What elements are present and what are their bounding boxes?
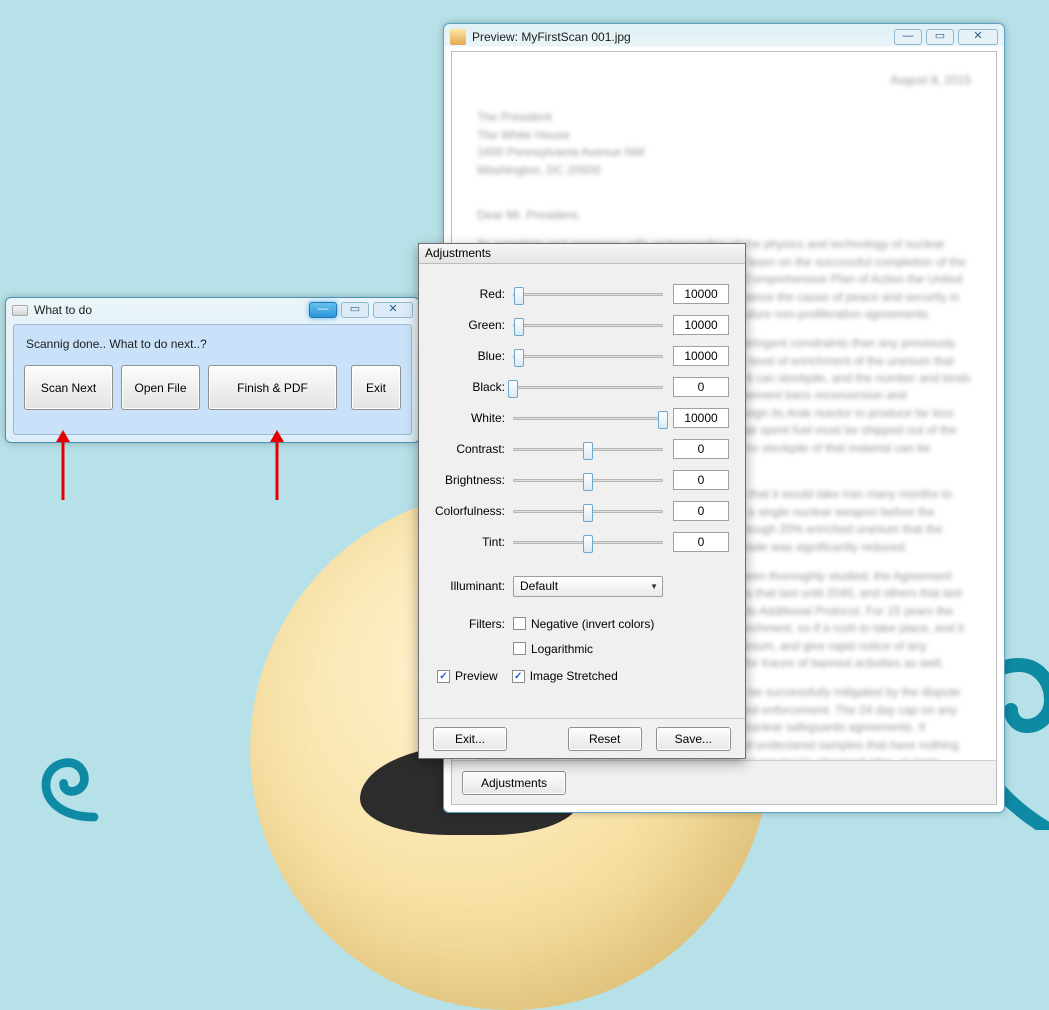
preview-chk-label: Preview [455,669,498,683]
wtd-message: Scannig done.. What to do next..? [26,337,399,351]
maximize-button[interactable]: ▭ [926,29,954,45]
preview-titlebar[interactable]: Preview: MyFirstScan 001.jpg — ▭ ✕ [444,24,1004,50]
slider-track[interactable] [513,502,663,520]
slider-value[interactable]: 10000 [673,315,729,335]
image-stretched-checkbox[interactable] [512,670,525,683]
slider-thumb[interactable] [514,287,524,305]
slider-value[interactable]: 10000 [673,408,729,428]
adj-reset-button[interactable]: Reset [568,727,642,751]
slider-row: Brightness: 0 [419,464,729,495]
slider-row: Colorfulness: 0 [419,495,729,526]
preview-bottom-toolbar: Adjustments [452,760,996,804]
slider-thumb[interactable] [658,411,668,429]
slider-thumb[interactable] [514,318,524,336]
slider-row: Contrast: 0 [419,433,729,464]
chevron-down-icon: ▼ [650,582,658,591]
slider-label: White: [419,411,513,425]
slider-label: Contrast: [419,442,513,456]
scan-next-button[interactable]: Scan Next [24,365,113,410]
exit-button[interactable]: Exit [351,365,401,410]
slider-track[interactable] [513,533,663,551]
slider-value[interactable]: 0 [673,532,729,552]
red-arrow-annotation [56,430,70,500]
slider-label: Colorfulness: [419,504,513,518]
slider-track[interactable] [513,285,663,303]
slider-value[interactable]: 10000 [673,346,729,366]
slider-thumb[interactable] [583,473,593,491]
slider-row: Green: 10000 [419,309,729,340]
adj-exit-button[interactable]: Exit... [433,727,507,751]
preview-title: Preview: MyFirstScan 001.jpg [472,30,894,44]
slider-row: Tint: 0 [419,526,729,557]
slider-thumb[interactable] [514,349,524,367]
adjustments-button[interactable]: Adjustments [462,771,566,795]
wtd-titlebar[interactable]: What to do — ▭ ✕ [6,298,419,322]
adj-save-button[interactable]: Save... [656,727,731,751]
wtd-title: What to do [34,303,309,317]
slider-value[interactable]: 0 [673,470,729,490]
slider-track[interactable] [513,471,663,489]
finish-pdf-button[interactable]: Finish & PDF [208,365,337,410]
adjustments-title[interactable]: Adjustments [419,244,745,264]
close-button[interactable]: ✕ [958,29,998,45]
slider-track[interactable] [513,347,663,365]
slider-track[interactable] [513,378,663,396]
minimize-button[interactable]: — [894,29,922,45]
logarithmic-checkbox[interactable] [513,642,526,655]
logarithmic-label: Logarithmic [531,642,593,656]
slider-area: Red: 10000 Green: 10000 Blue: 10000 Black: 0 Whi… [419,264,745,563]
slider-row: Black: 0 [419,371,729,402]
slider-value[interactable]: 0 [673,439,729,459]
slider-track[interactable] [513,316,663,334]
wtd-client: Scannig done.. What to do next..? Scan N… [13,324,412,435]
negative-checkbox[interactable] [513,617,526,630]
maximize-button[interactable]: ▭ [341,302,369,318]
wallpaper-swirl-left [30,745,110,825]
slider-thumb[interactable] [508,380,518,398]
negative-label: Negative (invert colors) [531,617,654,631]
slider-value[interactable]: 10000 [673,284,729,304]
slider-label: Red: [419,287,513,301]
what-to-do-window: What to do — ▭ ✕ Scannig done.. What to … [5,297,420,443]
close-button[interactable]: ✕ [373,302,413,318]
slider-thumb[interactable] [583,504,593,522]
preview-checkbox[interactable] [437,670,450,683]
slider-row: White: 10000 [419,402,729,433]
filters-label: Filters: [419,617,513,631]
slider-value[interactable]: 0 [673,501,729,521]
slider-label: Green: [419,318,513,332]
minimize-button[interactable]: — [309,302,337,318]
illuminant-label: Illuminant: [419,579,513,593]
scanner-icon [12,305,28,316]
illuminant-select[interactable]: Default ▼ [513,576,663,597]
slider-thumb[interactable] [583,535,593,553]
stretched-chk-label: Image Stretched [530,669,618,683]
slider-label: Brightness: [419,473,513,487]
slider-track[interactable] [513,440,663,458]
red-arrow-annotation [270,430,284,500]
slider-label: Tint: [419,535,513,549]
open-file-button[interactable]: Open File [121,365,200,410]
slider-label: Blue: [419,349,513,363]
slider-row: Red: 10000 [419,278,729,309]
adjustments-dialog: Adjustments Red: 10000 Green: 10000 Blue: 100… [418,243,746,759]
slider-row: Blue: 10000 [419,340,729,371]
slider-track[interactable] [513,409,663,427]
slider-label: Black: [419,380,513,394]
slider-value[interactable]: 0 [673,377,729,397]
app-icon [450,29,466,45]
slider-thumb[interactable] [583,442,593,460]
